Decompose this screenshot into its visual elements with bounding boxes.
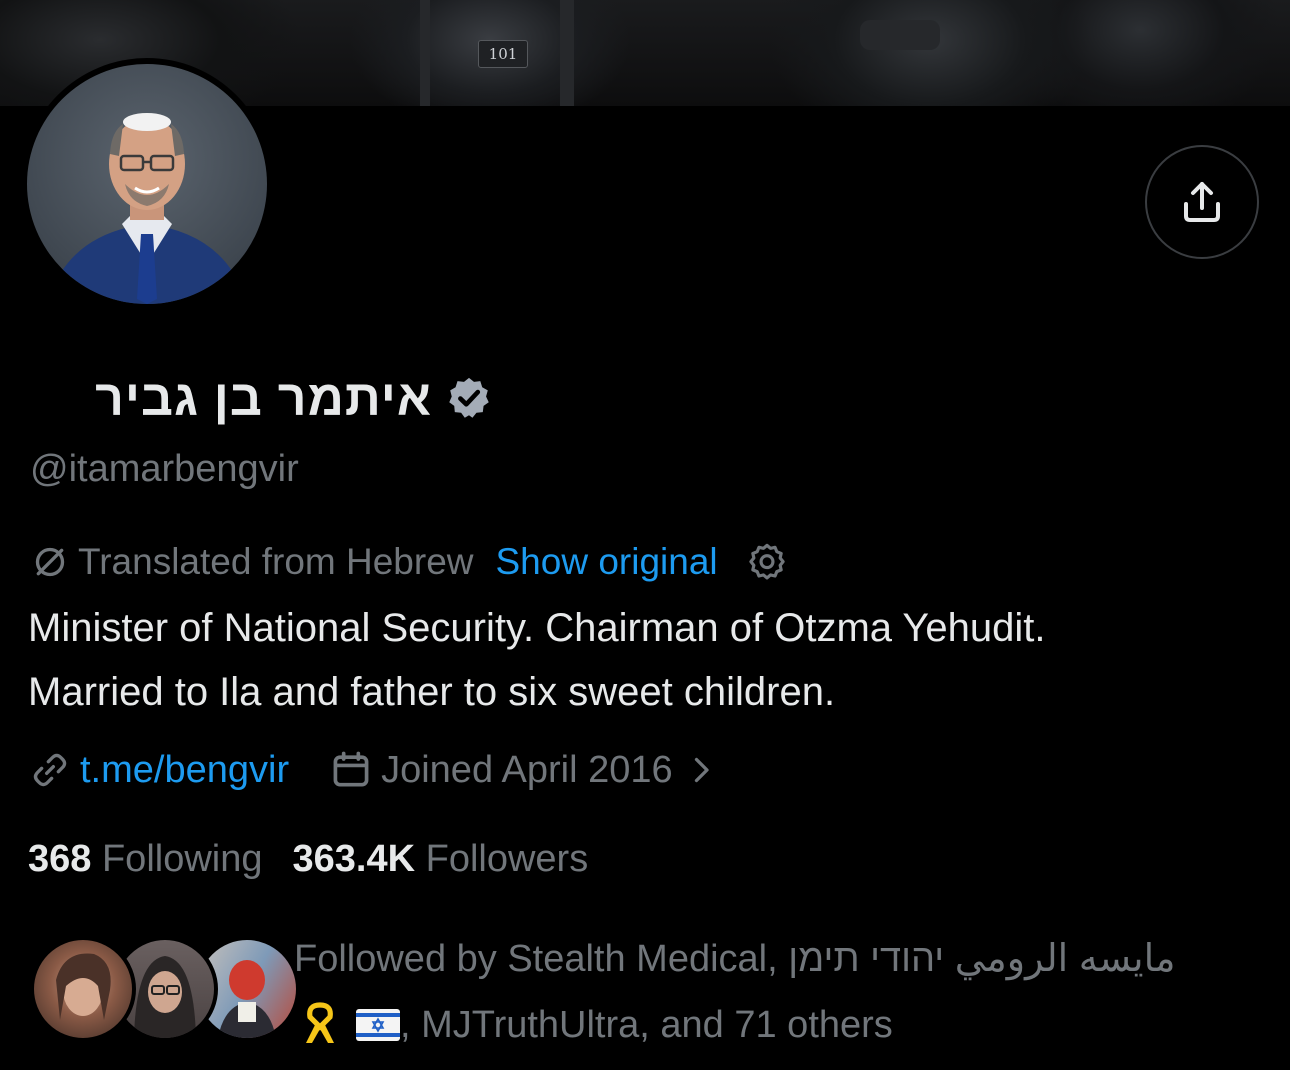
bio: Minister of National Security. Chairman …: [28, 596, 1278, 724]
follow-counts: 368 Following 363.4K Followers: [28, 833, 588, 885]
yellow-ribbon-emoji: [306, 1002, 334, 1043]
followers-link[interactable]: 363.4K Followers: [293, 838, 589, 881]
followed-by-line: , MJTruthUltra, and 71 others: [294, 992, 1274, 1058]
translation-row: Translated from Hebrew Show original: [30, 537, 788, 587]
share-icon: [1184, 182, 1220, 222]
israel-flag-emoji: [356, 1009, 400, 1041]
profile-avatar[interactable]: [27, 64, 267, 304]
display-name: איתמר בן גביר: [95, 370, 432, 426]
followed-by-suffix: , MJTruthUltra, and 71 others: [400, 1004, 893, 1046]
avatar: [30, 936, 136, 1042]
banner-detail: [860, 20, 940, 50]
share-button[interactable]: [1145, 145, 1259, 259]
link-icon: [33, 753, 67, 787]
following-label: Following: [101, 837, 263, 880]
website-link[interactable]: t.me/bengvir: [80, 749, 289, 792]
banner-detail: [420, 0, 430, 106]
calendar-icon: [333, 751, 369, 787]
handle: @itamarbengvir: [30, 448, 299, 490]
avatar-portrait: [47, 113, 247, 304]
joined-date[interactable]: Joined April 2016: [381, 749, 673, 792]
verified-badge-icon[interactable]: [446, 375, 492, 421]
translation-note: Translated from Hebrew: [78, 541, 474, 582]
followed-by-line: Followed by Stealth Medical, יהודי תימן …: [294, 926, 1274, 992]
banner-detail: [560, 0, 574, 106]
profile-meta: t.me/bengvir Joined April 2016: [30, 744, 719, 796]
mutual-followers-avatars[interactable]: [30, 936, 300, 1046]
bio-line: Minister of National Security. Chairman …: [28, 606, 1046, 650]
chevron-right-icon[interactable]: [683, 752, 719, 788]
following-link[interactable]: 368 Following: [28, 838, 263, 881]
follower-name: مايسه الرومي: [954, 938, 1176, 980]
name-row: איתמר בן גביר: [95, 366, 492, 430]
translate-icon: [35, 547, 65, 577]
followed-by-text[interactable]: Followed by Stealth Medical, יהודי תימן …: [294, 926, 1274, 1058]
bio-line: Married to Ila and father to six sweet c…: [28, 670, 836, 714]
gear-icon[interactable]: [746, 541, 788, 583]
following-count: 368: [28, 837, 92, 880]
banner-badge: 101: [478, 40, 528, 68]
followed-by-prefix: Followed by Stealth Medical,: [294, 938, 778, 980]
follower-name: יהודי תימן: [788, 938, 945, 980]
followers-label: Followers: [425, 837, 589, 880]
show-original-link[interactable]: Show original: [496, 541, 718, 583]
followers-count: 363.4K: [292, 837, 416, 880]
